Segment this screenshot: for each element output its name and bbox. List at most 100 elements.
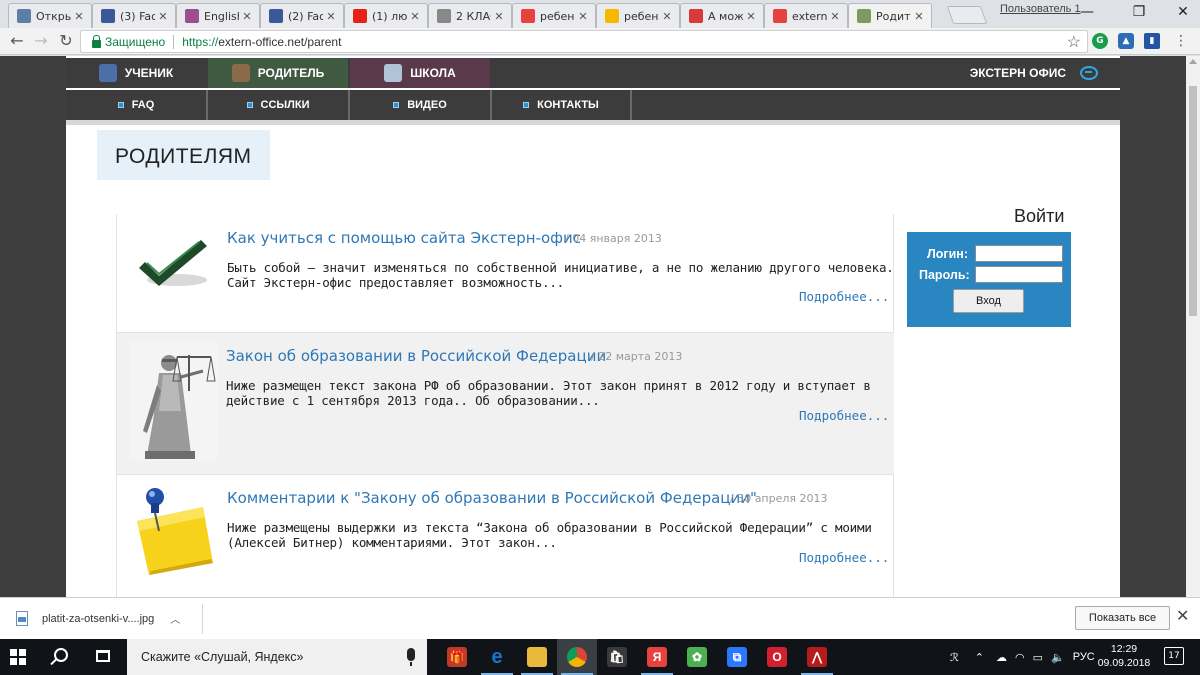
read-more-link[interactable]: Подробнее... — [799, 408, 889, 423]
task-view-icon[interactable] — [96, 650, 110, 662]
taskbar-app[interactable] — [557, 639, 597, 675]
tab-close-icon[interactable]: ✕ — [157, 10, 169, 23]
new-tab-button[interactable] — [946, 6, 988, 24]
taskbar-app[interactable]: ⧉ — [717, 639, 757, 675]
article-title[interactable]: Как учиться с помощью сайта Экстерн-офис — [227, 229, 581, 247]
scrollbar-thumb[interactable] — [1189, 86, 1197, 316]
notification-center-icon[interactable]: 17 — [1164, 647, 1184, 665]
taskbar-app[interactable]: O — [757, 639, 797, 675]
excerpt-line: Сайт Экстерн-офис предоставляет возможно… — [227, 275, 564, 290]
login-button[interactable]: Вход — [953, 289, 1024, 313]
cloud-icon[interactable]: ☁ — [996, 651, 1007, 664]
taskbar-app[interactable]: ✿ — [677, 639, 717, 675]
browser-tab[interactable]: ребен ✕ — [512, 3, 596, 28]
battery-icon[interactable]: ▭ — [1033, 651, 1043, 664]
browser-tab[interactable]: 2 КЛАС✕ — [428, 3, 512, 28]
article-title[interactable]: Закон об образовании в Российской Федера… — [226, 347, 606, 365]
tab-close-icon[interactable]: ✕ — [829, 10, 841, 23]
login-input[interactable] — [975, 245, 1063, 262]
microphone-icon[interactable] — [407, 648, 415, 666]
forward-button[interactable]: → — [30, 31, 52, 53]
browser-menu-icon[interactable]: ⋮ — [1170, 31, 1192, 53]
taskbar-app[interactable]: e — [477, 639, 517, 675]
tab-close-icon[interactable]: ✕ — [577, 10, 589, 23]
subnav-contacts[interactable]: КОНТАКТЫ — [492, 90, 632, 120]
scroll-up-arrow-icon[interactable] — [1189, 59, 1197, 64]
article-date: / 22 марта 2013 — [591, 350, 683, 363]
excerpt-line: Ниже размещен текст закона РФ об образов… — [226, 378, 871, 393]
article-title[interactable]: Комментарии к "Закону об образовании в Р… — [227, 489, 757, 507]
top-navigation: УЧЕНИК РОДИТЕЛЬ ШКОЛА ЭКСТЕРН ОФИС — [66, 58, 1120, 88]
url-path: extern-office.net/parent — [218, 34, 342, 49]
triangle-extension-icon[interactable]: ▲ — [1118, 33, 1134, 49]
bookmark-extension-icon[interactable]: ▮ — [1144, 33, 1160, 49]
taskbar-app[interactable]: Я — [637, 639, 677, 675]
taskbar-search-box[interactable]: Скажите «Слушай, Яндекс» — [127, 639, 427, 675]
bookmark-star-icon[interactable]: ☆ — [1067, 32, 1081, 52]
url-text[interactable]: https://extern-office.net/parent — [182, 35, 341, 49]
read-more-link[interactable]: Подробнее... — [799, 550, 889, 565]
password-input[interactable] — [975, 266, 1063, 283]
browser-tab[interactable]: (3) Face✕ — [92, 3, 176, 28]
download-item[interactable]: platit-za-otsenki-v....jpg ︿ — [16, 611, 180, 626]
show-all-downloads-button[interactable]: Показать все — [1075, 606, 1170, 630]
volume-icon[interactable]: 🔈 — [1051, 651, 1065, 664]
nav-student[interactable]: УЧЕНИК — [66, 58, 206, 88]
clock[interactable]: 12:29 09.09.2018 — [1093, 642, 1155, 670]
browser-tab[interactable]: Родит ✕ — [848, 3, 932, 28]
taskbar-app[interactable]: 🎁 — [437, 639, 477, 675]
read-more-link[interactable]: Подробнее... — [799, 289, 889, 304]
taskbar-app[interactable]: ⋀ — [797, 639, 837, 675]
tab-close-icon[interactable]: ✕ — [745, 10, 757, 23]
article-date: / 30 апреля 2013 — [730, 492, 828, 505]
profile-button[interactable]: Пользователь 1 — [1000, 3, 1081, 23]
browser-tab[interactable]: А мож ✕ — [680, 3, 764, 28]
window-close-button[interactable]: ✕ — [1168, 2, 1198, 24]
password-label: Пароль: — [919, 268, 970, 282]
subnav-video[interactable]: ВИДЕО — [350, 90, 492, 120]
tab-close-icon[interactable]: ✕ — [73, 10, 85, 23]
gift-icon: 🎁 — [447, 647, 467, 667]
address-bar[interactable]: Защищено https://extern-office.net/paren… — [80, 30, 1088, 53]
tab-close-icon[interactable]: ✕ — [325, 10, 337, 23]
wifi-icon[interactable]: ◠ — [1015, 651, 1025, 664]
browser-tab[interactable]: extern ✕ — [764, 3, 848, 28]
back-button[interactable]: ← — [6, 31, 28, 53]
person-icon[interactable]: ℛ — [950, 651, 959, 664]
windows-start-icon[interactable] — [10, 649, 26, 665]
tab-close-icon[interactable]: ✕ — [493, 10, 505, 23]
folder-icon — [527, 647, 547, 667]
browser-tab[interactable]: Откры ✕ — [8, 3, 92, 28]
taskbar-app[interactable]: 🛍 — [597, 639, 637, 675]
image-file-icon — [16, 611, 28, 626]
browser-tab[interactable]: (2) Face✕ — [260, 3, 344, 28]
tab-close-icon[interactable]: ✕ — [409, 10, 421, 23]
close-shelf-icon[interactable]: ✕ — [1176, 606, 1189, 625]
browser-tab[interactable]: ребен ✕ — [596, 3, 680, 28]
chevron-up-icon[interactable]: ⌃ — [975, 651, 984, 664]
edge-icon: e — [491, 645, 503, 668]
subnav-links[interactable]: ССЫЛКИ — [208, 90, 350, 120]
tab-close-icon[interactable]: ✕ — [913, 10, 925, 23]
nav-school[interactable]: ШКОЛА — [350, 58, 490, 88]
chevron-up-icon[interactable]: ︿ — [170, 611, 180, 626]
nav-parent[interactable]: РОДИТЕЛЬ — [208, 58, 348, 88]
tab-close-icon[interactable]: ✕ — [241, 10, 253, 23]
bullet-icon — [117, 102, 124, 108]
minimize-button[interactable]: — — [1072, 2, 1102, 24]
subnav-faq[interactable]: FAQ — [66, 90, 208, 120]
grammarly-extension-icon[interactable]: G — [1092, 33, 1108, 49]
browser-tab[interactable]: English✕ — [176, 3, 260, 28]
language-indicator[interactable]: РУС — [1073, 651, 1095, 663]
maximize-button[interactable]: ❐ — [1124, 2, 1154, 24]
subnav-faq-label: FAQ — [131, 99, 155, 111]
tab-close-icon[interactable]: ✕ — [661, 10, 673, 23]
tab-title: ребен — [540, 9, 575, 23]
search-icon[interactable] — [54, 648, 68, 662]
reload-button[interactable]: ↻ — [55, 31, 77, 53]
brand[interactable]: ЭКСТЕРН ОФИС — [970, 58, 1098, 88]
page-scrollbar[interactable] — [1186, 56, 1200, 597]
tab-title: English — [204, 9, 239, 23]
browser-tab[interactable]: (1) лю ✕ — [344, 3, 428, 28]
taskbar-app[interactable] — [517, 639, 557, 675]
